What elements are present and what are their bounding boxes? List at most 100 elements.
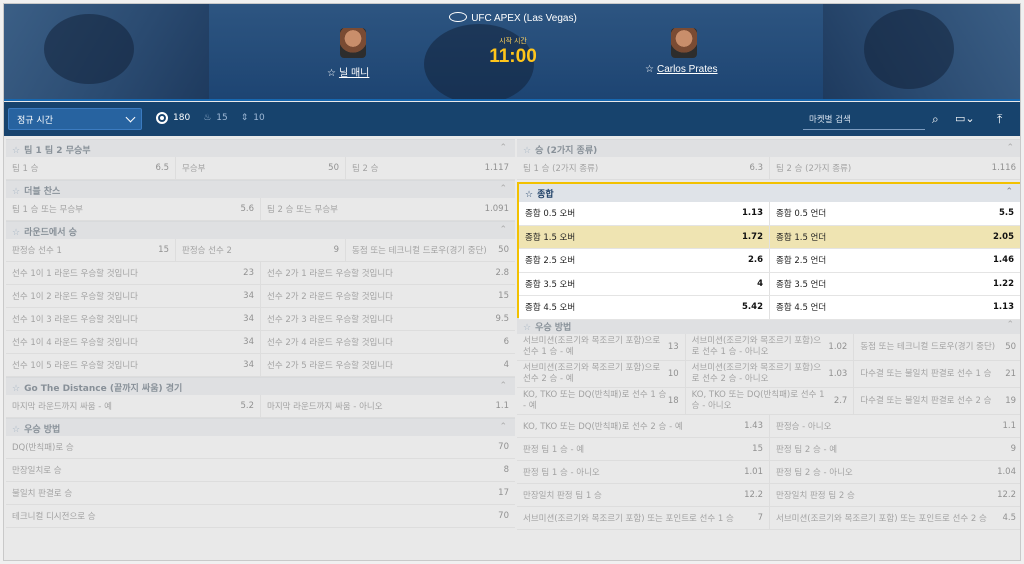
chevron-up-icon[interactable]: ⌃ [1006, 143, 1014, 153]
fighter-right-name[interactable]: Carlos Prates [657, 64, 718, 75]
odds-button[interactable]: 종합 1.5 언더 2.05 [770, 226, 1020, 249]
odds-button[interactable]: 판정 팀 1 승 - 예 15 [517, 438, 770, 460]
market-header[interactable]: ☆ 라운드에서 승 ⌃ [6, 221, 515, 239]
odds-button[interactable]: 팀 2 승 (2가지 종류) 1.116 [770, 157, 1020, 179]
odds-button[interactable]: 동점 또는 테크니컬 드로우(경기 중단) 50 [854, 334, 1020, 360]
favorite-star-icon[interactable]: ☆ [645, 64, 654, 75]
odds-button[interactable]: 선수 1이 4 라운드 우승할 것입니다 34 [6, 331, 261, 353]
fighter-left[interactable]: ☆ 닐 매니 [327, 64, 369, 79]
odds-button[interactable]: 팀 2 승 또는 무승부 1.091 [261, 198, 515, 220]
odds-button[interactable]: 만장일치로 승 8 [6, 459, 515, 481]
outcome-label: 선수 2가 1 라운드 우승할 것입니다 [267, 269, 393, 279]
odds-button[interactable]: 판정 팀 2 승 - 예 9 [770, 438, 1020, 460]
count-live[interactable]: 15 [216, 113, 227, 123]
odds-button[interactable]: 종합 4.5 오버 5.42 [519, 296, 770, 319]
odds-button[interactable]: 선수 1이 1 라운드 우승할 것입니다 23 [6, 262, 261, 284]
odds-button[interactable]: 다수결 또는 불일치 판결로 선수 1 승 21 [854, 361, 1020, 387]
chevron-up-icon[interactable]: ⌃ [499, 422, 507, 432]
odds-button[interactable]: 선수 1이 5 라운드 우승할 것입니다 34 [6, 354, 261, 376]
sort-icon[interactable]: ⇕ [241, 113, 249, 123]
odds-button[interactable]: 선수 2가 1 라운드 우승할 것입니다 2.8 [261, 262, 515, 284]
odds-button[interactable]: 마지막 라운드까지 싸움 - 예 5.2 [6, 395, 261, 417]
odds-button[interactable]: 종합 0.5 오버 1.13 [519, 202, 770, 225]
odds-button[interactable]: 팀 2 승 1.117 [346, 157, 515, 179]
odds-button[interactable]: 서브미션(조르기와 목조르기 포함)으로 선수 1 승 - 아니오 1.02 [686, 334, 855, 360]
market-header[interactable]: ☆ Go The Distance (끝까지 싸움) 경기 ⌃ [6, 377, 515, 395]
odds-button[interactable]: 판정 팀 1 승 - 아니오 1.01 [517, 461, 770, 483]
odds-button[interactable]: 불일치 판결로 승 17 [6, 482, 515, 504]
market-header[interactable]: ☆ 팀 1 팀 2 무승부 ⌃ [6, 139, 515, 157]
fire-icon[interactable]: ♨ [203, 113, 211, 123]
odds-button[interactable]: 선수 2가 2 라운드 우승할 것입니다 15 [261, 285, 515, 307]
odds-button[interactable]: 선수 1이 3 라운드 우승할 것입니다 34 [6, 308, 261, 330]
odds-button[interactable]: 서브미션(조르기와 목조르기 포함) 또는 포인트로 선수 1 승 7 [517, 507, 770, 529]
market-header[interactable]: ☆ 우승 방법 ⌃ [6, 418, 515, 436]
favorite-star-icon[interactable]: ☆ [12, 187, 20, 197]
odds-button[interactable]: 만장일치 판정 팀 1 승 12.2 [517, 484, 770, 506]
odds-button[interactable]: 종합 4.5 언더 1.13 [770, 296, 1020, 319]
fighter-right[interactable]: ☆ Carlos Prates [645, 64, 718, 75]
odds-button[interactable]: 종합 2.5 언더 1.46 [770, 249, 1020, 272]
odds-button[interactable]: KO, TKO 또는 DQ(반칙패)로 선수 2 승 - 예 1.43 [517, 415, 770, 437]
odds-button[interactable]: 선수 1이 2 라운드 우승할 것입니다 34 [6, 285, 261, 307]
fighter-left-name[interactable]: 닐 매니 [339, 68, 369, 79]
odds-button[interactable]: 서브미션(조르기와 목조르기 포함)으로 선수 1 승 - 예 13 [517, 334, 686, 360]
odds-value: 8 [503, 465, 509, 475]
odds-button[interactable]: 만장일치 판정 팀 2 승 12.2 [770, 484, 1020, 506]
odds-button[interactable]: 종합 2.5 오버 2.6 [519, 249, 770, 272]
odds-button[interactable]: 팀 1 승 6.5 [6, 157, 176, 179]
odds-button[interactable]: 판정 팀 2 승 - 아니오 1.04 [770, 461, 1020, 483]
odds-button[interactable]: 판정승 선수 2 9 [176, 239, 346, 261]
odds-button[interactable]: 서브미션(조르기와 목조르기 포함)으로 선수 2 승 - 예 10 [517, 361, 686, 387]
odds-button[interactable]: 종합 3.5 오버 4 [519, 272, 770, 295]
favorite-star-icon[interactable]: ☆ [523, 146, 531, 156]
chevron-up-icon[interactable]: ⌃ [499, 143, 507, 153]
favorite-star-icon[interactable]: ☆ [12, 228, 20, 238]
odds-button[interactable]: 선수 2가 4 라운드 우승할 것입니다 6 [261, 331, 515, 353]
odds-value: 50 [328, 163, 339, 173]
odds-button[interactable]: KO, TKO 또는 DQ(반칙패)로 선수 1 승 - 예 18 [517, 388, 686, 414]
count-all[interactable]: 180 [173, 113, 190, 123]
odds-button[interactable]: 무승부 50 [176, 157, 346, 179]
odds-button[interactable]: 종합 0.5 언더 5.5 [770, 202, 1020, 225]
market-header[interactable]: ☆ 종합 ⌃ [519, 184, 1020, 202]
chevron-up-icon[interactable]: ⌃ [499, 225, 507, 235]
chevron-up-icon[interactable]: ⌃ [499, 381, 507, 391]
search-icon[interactable]: ⌕ [932, 112, 939, 127]
outcome-label: 종합 2.5 언더 [776, 256, 827, 267]
collapse-icon[interactable]: ⤒ [997, 112, 1002, 127]
period-select[interactable]: 정규 시간 [8, 108, 142, 130]
market-header[interactable]: ☆ 더블 찬스 ⌃ [6, 180, 515, 198]
favorite-star-icon[interactable]: ☆ [12, 384, 20, 394]
layout-toggle-icon[interactable]: ▭⌄ [955, 112, 975, 125]
chevron-up-icon[interactable]: ⌃ [499, 184, 507, 194]
favorite-star-icon[interactable]: ☆ [12, 146, 20, 156]
odds-button[interactable]: 팀 1 승 또는 무승부 5.6 [6, 198, 261, 220]
odds-button[interactable]: 종합 1.5 오버 1.72 [519, 225, 770, 248]
odds-button[interactable]: 팀 1 승 (2가지 종류) 6.3 [517, 157, 770, 179]
favorite-star-icon[interactable]: ☆ [523, 323, 531, 333]
chevron-up-icon[interactable]: ⌃ [1005, 187, 1013, 197]
odds-button[interactable]: 서브미션(조르기와 목조르기 포함) 또는 포인트로 선수 2 승 4.5 [770, 507, 1020, 529]
odds-button[interactable]: 판정승 - 아니오 1.1 [770, 415, 1020, 437]
market-header[interactable]: ☆ 승 (2가지 종류) ⌃ [517, 139, 1020, 157]
odds-button[interactable]: 서브미션(조르기와 목조르기 포함)으로 선수 2 승 - 아니오 1.03 [686, 361, 855, 387]
chevron-up-icon[interactable]: ⌃ [1006, 320, 1014, 330]
odds-button[interactable]: KO, TKO 또는 DQ(반칙패)로 선수 1 승 - 아니오 2.7 [686, 388, 855, 414]
odds-button[interactable]: DQ(반칙패)로 승 70 [6, 436, 515, 458]
favorite-star-icon[interactable]: ☆ [12, 425, 20, 435]
odds-button[interactable]: 테크니컬 디시전으로 승 70 [6, 505, 515, 527]
favorite-star-icon[interactable]: ☆ [327, 68, 336, 79]
odds-button[interactable]: 종합 3.5 언더 1.22 [770, 273, 1020, 296]
count-sort[interactable]: 10 [253, 113, 264, 123]
odds-button[interactable]: 판정승 선수 1 15 [6, 239, 176, 261]
all-markets-icon[interactable] [156, 112, 168, 124]
odds-button[interactable]: 동점 또는 테크니컬 드로우(경기 중단) 50 [346, 239, 515, 261]
odds-value: 2.6 [747, 255, 763, 266]
favorite-star-icon[interactable]: ☆ [525, 190, 533, 200]
odds-button[interactable]: 선수 2가 3 라운드 우승할 것입니다 9.5 [261, 308, 515, 330]
odds-button[interactable]: 다수결 또는 불일치 판결로 선수 2 승 19 [854, 388, 1020, 414]
odds-button[interactable]: 마지막 라운드까지 싸움 - 아니오 1.1 [261, 395, 515, 417]
search-input[interactable]: 마켓별 검색 [803, 110, 925, 130]
odds-button[interactable]: 선수 2가 5 라운드 우승할 것입니다 4 [261, 354, 515, 376]
